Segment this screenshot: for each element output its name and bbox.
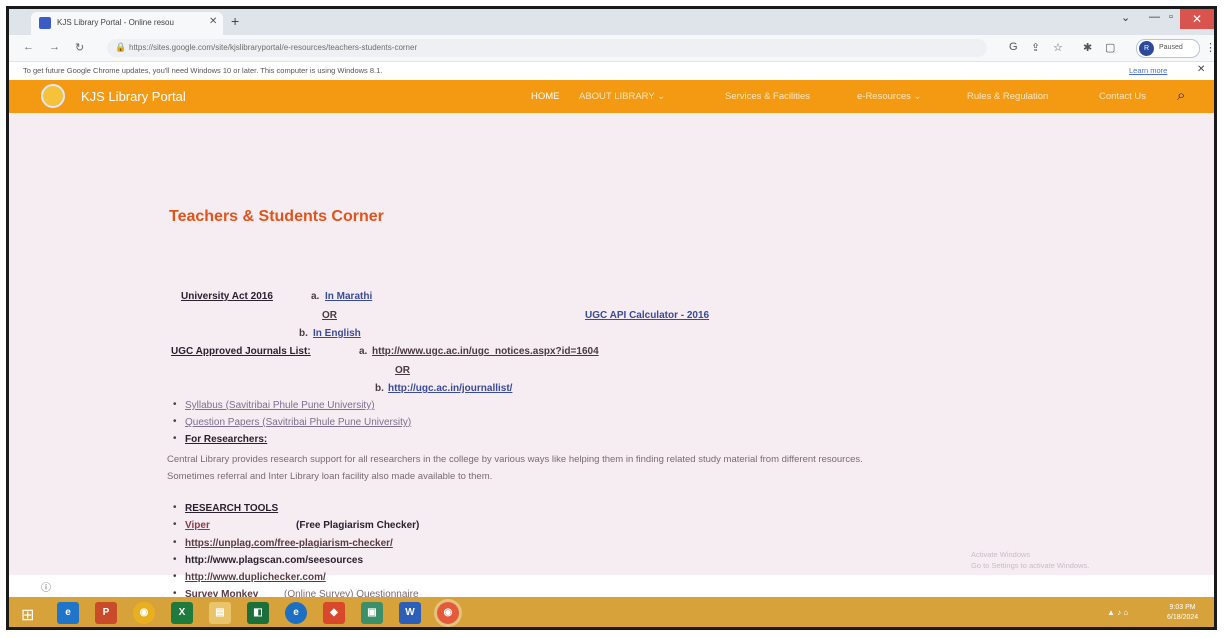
infobar-close-icon[interactable]: ✕ <box>1197 64 1205 75</box>
search-icon[interactable]: ⌕ <box>1177 87 1185 104</box>
windows-start-icon[interactable]: ⊞ <box>21 605 34 625</box>
site-name[interactable]: KJS Library Portal <box>81 89 186 104</box>
windows-taskbar: ⊞ e P ◉ X ▤ ◧ e ◆ ▣ W ◉ ▲ ♪ ⌂ 9:03 PM 6/… <box>9 597 1214 627</box>
minimize-icon[interactable]: — <box>1149 11 1160 23</box>
learn-more-link[interactable]: Learn more <box>1129 66 1167 75</box>
avatar: R <box>1139 41 1154 56</box>
browser-toolbar: ← → ↻ 🔒 https://sites.google.com/site/kj… <box>9 35 1214 62</box>
powerpoint-icon[interactable]: P <box>95 602 117 624</box>
anydesk-icon[interactable]: ◆ <box>323 602 345 624</box>
back-icon[interactable]: ← <box>23 41 34 53</box>
browser-tabstrip: KJS Library Portal - Online resou ✕ + ⌄ … <box>9 9 1214 35</box>
english-prefix: b. <box>299 328 308 339</box>
edge-icon[interactable]: e <box>285 602 307 624</box>
or-separator: OR <box>395 365 410 376</box>
plagscan-text: http://www.plagscan.com/seesources <box>185 555 364 566</box>
bullet-icon: • <box>173 537 177 548</box>
site-navbar: KJS Library Portal HOME ABOUT LIBRARY ⌄ … <box>9 80 1214 113</box>
tab-title: KJS Library Portal - Online resou <box>57 18 174 27</box>
reload-icon[interactable]: ↻ <box>75 41 84 54</box>
viper-link[interactable]: Viper <box>185 520 210 531</box>
taskbar-clock[interactable]: 9:03 PM 6/18/2024 <box>1167 603 1198 623</box>
chevron-down-icon: ⌄ <box>913 91 922 102</box>
unplag-link[interactable]: https://unplag.com/free-plagiarism-check… <box>185 538 393 549</box>
infobar-message: To get future Google Chrome updates, you… <box>23 66 383 75</box>
nav-eresources-label: e-Resources <box>857 91 911 102</box>
marathi-prefix: a. <box>311 291 320 302</box>
share-icon[interactable]: ⇪ <box>1031 41 1040 54</box>
ugc-api-calculator-link[interactable]: UGC API Calculator - 2016 <box>585 310 709 321</box>
side-panel-icon[interactable]: ▢ <box>1105 41 1115 54</box>
chrome-active-icon[interactable]: ◉ <box>437 602 459 624</box>
update-infobar: To get future Google Chrome updates, you… <box>9 62 1214 81</box>
site-favicon-icon <box>39 17 51 29</box>
ugc-b-prefix: b. <box>375 383 384 394</box>
excel-icon[interactable]: X <box>171 602 193 624</box>
research-paragraph: Central Library provides research suppor… <box>167 454 863 482</box>
bullet-icon: • <box>173 519 177 530</box>
nav-services[interactable]: Services & Facilities <box>725 91 810 102</box>
menu-kebab-icon[interactable]: ⋮ <box>1205 41 1214 54</box>
url-text: https://sites.google.com/site/kjslibrary… <box>129 43 418 52</box>
lock-icon: 🔒 <box>115 42 127 52</box>
ugc-a-prefix: a. <box>359 346 368 357</box>
google-lens-icon[interactable]: G <box>1009 41 1018 53</box>
system-tray-icons[interactable]: ▲ ♪ ⌂ <box>1107 608 1128 617</box>
extensions-icon[interactable]: ✱ <box>1083 41 1092 54</box>
bullet-icon: • <box>173 554 177 565</box>
tab-search-chevron-icon[interactable]: ⌄ <box>1121 11 1130 24</box>
or-separator: OR <box>322 310 337 321</box>
bullet-icon: • <box>173 502 177 513</box>
nav-home[interactable]: HOME <box>531 91 560 102</box>
nav-about-library[interactable]: ABOUT LIBRARY ⌄ <box>579 91 665 102</box>
new-tab-icon[interactable]: + <box>231 13 239 29</box>
profile-status: Paused <box>1159 44 1183 51</box>
watermark-line-2: Go to Settings to activate Windows. <box>971 561 1090 570</box>
nav-about-label: ABOUT LIBRARY <box>579 91 655 102</box>
for-researchers-heading: For Researchers: <box>185 434 268 445</box>
bullet-icon: • <box>173 433 177 444</box>
image-viewer-icon[interactable]: ▣ <box>361 602 383 624</box>
clock-date: 6/18/2024 <box>1167 614 1199 621</box>
browser-tab[interactable]: KJS Library Portal - Online resou ✕ <box>31 12 223 35</box>
screenshot-frame: KJS Library Portal - Online resou ✕ + ⌄ … <box>6 6 1217 630</box>
info-icon[interactable]: ⓘ <box>41 579 51 594</box>
ie-icon[interactable]: e <box>57 602 79 624</box>
viper-note: (Free Plagiarism Checker) <box>296 520 420 531</box>
watermark-line-1: Activate Windows <box>971 550 1031 559</box>
profile-button[interactable]: R Paused <box>1136 39 1200 58</box>
file-explorer-icon[interactable]: ▤ <box>209 602 231 624</box>
bullet-icon: • <box>173 571 177 582</box>
chrome-icon[interactable]: ◉ <box>133 602 155 624</box>
maximize-icon[interactable]: ▫ <box>1169 11 1173 23</box>
forward-icon[interactable]: → <box>49 41 60 53</box>
nav-contact[interactable]: Contact Us <box>1099 91 1146 102</box>
bullet-icon: • <box>173 416 177 427</box>
page-content: Teachers & Students Corner University Ac… <box>9 113 1214 600</box>
site-logo-icon[interactable] <box>41 84 65 108</box>
ugc-journallist-link[interactable]: http://ugc.ac.in/journallist/ <box>388 383 512 394</box>
activate-windows-watermark: Activate Windows Go to Settings to activ… <box>971 549 1089 571</box>
page-title: Teachers & Students Corner <box>169 208 384 225</box>
nav-e-resources[interactable]: e-Resources ⌄ <box>857 91 921 102</box>
nav-rules[interactable]: Rules & Regulation <box>967 91 1048 102</box>
tab-close-icon[interactable]: ✕ <box>209 16 217 27</box>
bookmark-star-icon[interactable]: ☆ <box>1053 41 1063 54</box>
address-bar[interactable]: 🔒 https://sites.google.com/site/kjslibra… <box>107 39 987 57</box>
clock-time: 9:03 PM <box>1169 604 1196 611</box>
ugc-journals-label: UGC Approved Journals List: <box>171 346 311 357</box>
chevron-down-icon: ⌄ <box>657 91 666 102</box>
window-close-icon[interactable]: ✕ <box>1180 9 1214 29</box>
syllabus-link[interactable]: Syllabus (Savitribai Phule Pune Universi… <box>185 400 375 411</box>
university-act-link[interactable]: University Act 2016 <box>181 291 273 302</box>
research-tools-heading: RESEARCH TOOLS <box>185 503 279 514</box>
ugc-notices-link[interactable]: http://www.ugc.ac.in/ugc_notices.aspx?id… <box>372 346 599 357</box>
question-papers-link[interactable]: Question Papers (Savitribai Phule Pune U… <box>185 417 411 428</box>
duplichecker-link[interactable]: http://www.duplichecker.com/ <box>185 572 326 583</box>
in-english-link[interactable]: In English <box>313 328 361 339</box>
bullet-icon: • <box>173 399 177 410</box>
in-marathi-link[interactable]: In Marathi <box>325 291 372 302</box>
word-icon[interactable]: W <box>399 602 421 624</box>
store-icon[interactable]: ◧ <box>247 602 269 624</box>
